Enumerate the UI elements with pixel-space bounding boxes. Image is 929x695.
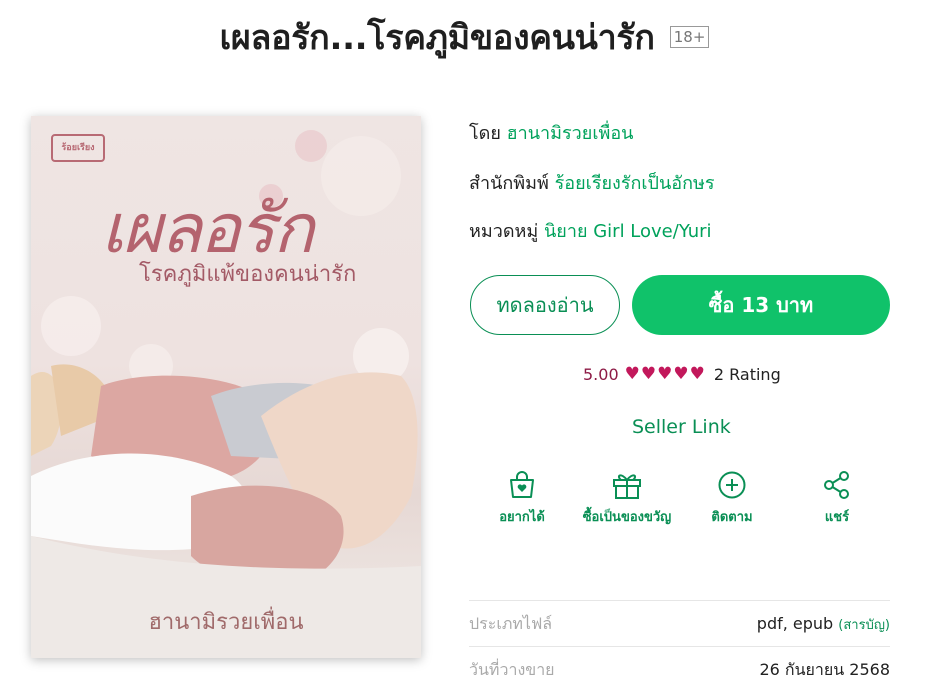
category-line: หมวดหมู่ นิยาย Girl Love/Yuri (469, 216, 712, 245)
detail-row-file-type: ประเภทไฟล์ pdf, epub (สารบัญ) (469, 600, 890, 647)
file-type-value: pdf, epub (756, 613, 834, 633)
publisher-label: สำนักพิมพ์ (469, 173, 549, 194)
buy-button[interactable]: ซื้อ 13 บาท (632, 275, 890, 335)
detail-key: ประเภทไฟล์ (469, 613, 553, 633)
share-button[interactable]: แชร์ (782, 470, 892, 527)
share-label: แชร์ (824, 510, 850, 525)
seller-link[interactable]: Seller Link (632, 416, 731, 438)
rating-hearts: ♥ ♥ ♥ ♥ ♥ (625, 364, 706, 384)
book-title: เผลอรัก...โรคภูมิของคนน่ารัก (219, 18, 655, 58)
wishlist-button[interactable]: อยากได้ (467, 470, 577, 527)
detail-value: pdf, epub (สารบัญ) (757, 614, 890, 635)
author-label: โดย (469, 123, 501, 144)
publisher-logo: ร้อยเรียง (51, 134, 105, 162)
heart-icon: ♥ (689, 364, 705, 384)
book-cover[interactable]: ร้อยเรียง เผลอรัก โรคภูมิแพ้ของคนน่ารัก … (31, 116, 421, 658)
heart-icon: ♥ (624, 364, 640, 384)
age-rating-badge: 18+ (669, 26, 710, 48)
publisher-link[interactable]: ร้อยเรียงรักเป็นอักษร (555, 173, 715, 194)
rating-value: 5.00 (583, 364, 619, 384)
share-icon (824, 471, 849, 499)
detail-row-release-date: วันที่วางขาย 26 กันยายน 2568 (469, 646, 890, 693)
title-row: เผลอรัก...โรคภูมิของคนน่ารัก 18+ (0, 10, 929, 64)
detail-key: วันที่วางขาย (469, 659, 555, 679)
follow-label: ติดตาม (711, 510, 753, 525)
wishlist-label: อยากได้ (499, 510, 545, 525)
author-link[interactable]: ฮานามิรวยเพื่อน (507, 123, 634, 144)
category-label: หมวดหมู่ (469, 221, 539, 242)
cover-author: ฮานามิรวยเพื่อน (148, 610, 304, 635)
toc-link[interactable]: (สารบัญ) (838, 618, 890, 633)
follow-button[interactable]: ติดตาม (677, 470, 787, 527)
plus-circle-icon (718, 471, 746, 499)
gift-button[interactable]: ซื้อเป็นของขวัญ (572, 470, 682, 527)
cover-subtitle: โรคภูมิแพ้ของคนน่ารัก (139, 262, 357, 287)
rating-row: 5.00 ♥ ♥ ♥ ♥ ♥ 2 Rating (583, 364, 781, 384)
author-line: โดย ฮานามิรวยเพื่อน (469, 118, 633, 147)
release-date-value: 26 กันยายน 2568 (759, 659, 890, 679)
heart-icon: ♥ (673, 364, 689, 384)
gift-label: ซื้อเป็นของขวัญ (582, 510, 672, 525)
publisher-line: สำนักพิมพ์ ร้อยเรียงรักเป็นอักษร (469, 168, 715, 197)
bag-heart-icon (510, 471, 534, 498)
rating-count: 2 Rating (713, 364, 781, 384)
heart-icon: ♥ (657, 364, 673, 384)
trial-read-button[interactable]: ทดลองอ่าน (470, 275, 620, 335)
category-link[interactable]: นิยาย Girl Love/Yuri (544, 221, 712, 242)
heart-icon: ♥ (640, 364, 657, 384)
gift-icon (613, 474, 641, 499)
